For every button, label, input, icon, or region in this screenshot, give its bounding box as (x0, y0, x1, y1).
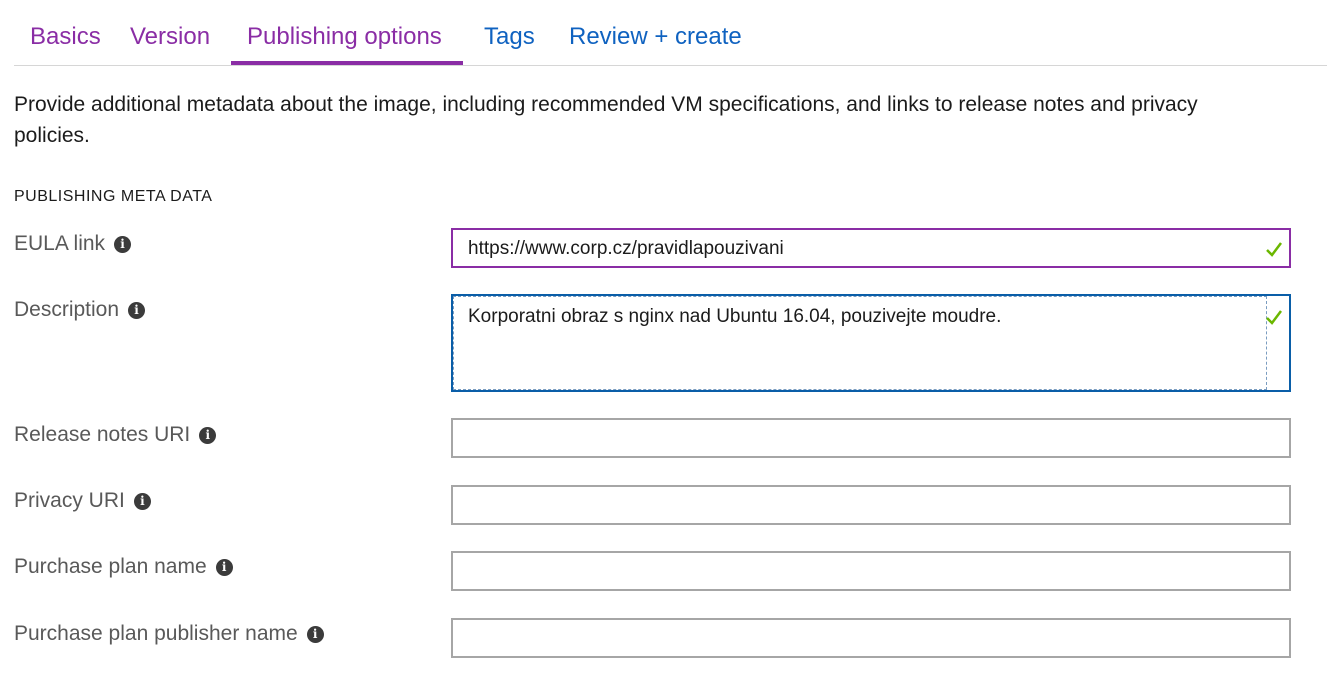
tab-bar: Basics Version Publishing options Tags R… (14, 0, 1327, 66)
eula-link-input[interactable]: https://www.corp.cz/pravidlapouzivani (451, 228, 1291, 268)
release-notes-uri-label: Release notes URI i (14, 423, 217, 447)
purchase-plan-name-label-text: Purchase plan name (14, 555, 207, 578)
tab-version[interactable]: Version (130, 22, 210, 52)
description-label-text: Description (14, 298, 120, 321)
section-title: PUBLISHING META DATA (14, 188, 213, 205)
release-notes-uri-input[interactable] (451, 418, 1291, 458)
privacy-uri-label: Privacy URI i (14, 489, 151, 513)
privacy-uri-input[interactable] (451, 485, 1291, 525)
purchase-plan-name-label: Purchase plan name i (14, 555, 233, 579)
description-textarea[interactable]: Korporatni obraz s nginx nad Ubuntu 16.0… (451, 294, 1291, 392)
eula-link-label: EULA link i (14, 232, 132, 256)
purchase-plan-name-input[interactable] (451, 551, 1291, 591)
info-icon[interactable]: i (306, 625, 324, 643)
check-icon (1266, 242, 1282, 257)
description-value: Korporatni obraz s nginx nad Ubuntu 16.0… (468, 306, 1002, 327)
privacy-uri-label-text: Privacy URI (14, 489, 125, 512)
info-icon[interactable]: i (128, 301, 146, 319)
tab-basics[interactable]: Basics (30, 22, 101, 52)
purchase-plan-publisher-name-label-text: Purchase plan publisher name (14, 622, 298, 645)
info-icon[interactable]: i (133, 492, 151, 510)
description-label: Description i (14, 298, 146, 322)
purchase-plan-publisher-name-label: Purchase plan publisher name i (14, 622, 324, 646)
purchase-plan-publisher-name-input[interactable] (451, 618, 1291, 658)
eula-link-value: https://www.corp.cz/pravidlapouzivani (468, 238, 784, 259)
release-notes-uri-label-text: Release notes URI (14, 423, 191, 446)
info-icon[interactable]: i (114, 235, 132, 253)
tab-tags[interactable]: Tags (484, 22, 535, 52)
intro-text: Provide additional metadata about the im… (14, 93, 1198, 147)
info-icon[interactable]: i (215, 558, 233, 576)
info-icon[interactable]: i (199, 426, 217, 444)
tab-review-create[interactable]: Review + create (569, 22, 742, 52)
active-tab-indicator (231, 61, 463, 65)
eula-link-label-text: EULA link (14, 232, 106, 255)
tab-publishing-options[interactable]: Publishing options (247, 22, 442, 52)
check-icon (1266, 310, 1282, 325)
